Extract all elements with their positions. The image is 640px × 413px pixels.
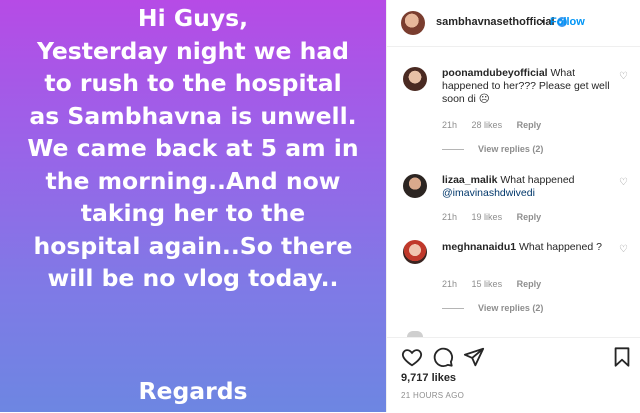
comment-age: 21h	[442, 212, 458, 222]
comment-likes-count[interactable]: 19 likes	[472, 212, 503, 222]
instagram-post-view: Hi Guys, Yesterday night we had to rush …	[0, 0, 640, 412]
author-username-text[interactable]: sambhavnasethofficial	[436, 16, 555, 28]
bookmark-icon[interactable]	[611, 346, 633, 368]
comments-list[interactable]: poonamdubeyofficial What happened to her…	[387, 47, 640, 337]
comment-meta: 21h 28 likes Reply	[442, 120, 553, 130]
share-icon[interactable]	[463, 346, 485, 368]
view-replies-label[interactable]: View replies (2)	[478, 303, 543, 313]
comment-mention-link[interactable]: @imavinashdwivedi	[442, 187, 535, 199]
comment-body: lizaa_malik What happened @imavinashdwiv…	[442, 174, 614, 200]
post-likes-count[interactable]: 9,717 likes	[401, 372, 456, 384]
commenter-avatar[interactable]	[403, 240, 427, 264]
comment-reply-button[interactable]: Reply	[517, 212, 542, 222]
comment-age: 21h	[442, 120, 458, 130]
post-header: sambhavnasethofficial ✓ • Follow	[387, 0, 640, 47]
heart-icon[interactable]	[401, 346, 423, 368]
commenter-username[interactable]: poonamdubeyofficial	[442, 67, 548, 79]
view-replies-button[interactable]: View replies (2)	[442, 303, 543, 313]
comment-reply-button[interactable]: Reply	[517, 279, 542, 289]
post-timestamp: 21 HOURS AGO	[401, 391, 465, 400]
header-separator: •	[541, 16, 545, 28]
comment-reply-button[interactable]: Reply	[517, 120, 542, 130]
comment-likes-count[interactable]: 28 likes	[472, 120, 503, 130]
commenter-username[interactable]: meghnanaidu1	[442, 241, 516, 253]
comment-like-heart-icon[interactable]: ♡	[619, 244, 628, 255]
view-replies-line	[442, 308, 464, 310]
post-image: Hi Guys, Yesterday night we had to rush …	[0, 0, 386, 412]
post-actions-bar: 9,717 likes 21 HOURS AGO	[387, 337, 640, 413]
view-replies-label[interactable]: View replies (2)	[478, 144, 543, 154]
commenter-username[interactable]: lizaa_malik	[442, 174, 497, 186]
commenter-avatar[interactable]	[403, 174, 427, 198]
comment-like-heart-icon[interactable]: ♡	[619, 177, 628, 188]
view-replies-button[interactable]: View replies (2)	[442, 144, 543, 154]
author-avatar[interactable]	[401, 11, 425, 35]
post-side-panel: sambhavnasethofficial ✓ • Follow poonamdu…	[386, 0, 640, 412]
follow-button[interactable]: Follow	[550, 16, 585, 28]
comment-like-heart-icon[interactable]: ♡	[619, 71, 628, 82]
comment-meta: 21h 15 likes Reply	[442, 279, 553, 289]
comment-body: poonamdubeyofficial What happened to her…	[442, 67, 614, 106]
comment-age: 21h	[442, 279, 458, 289]
post-message-text: Hi Guys, Yesterday night we had to rush …	[27, 4, 359, 292]
commenter-avatar[interactable]	[403, 67, 427, 91]
comment-body: meghnanaidu1 What happened ?	[442, 241, 614, 254]
view-replies-line	[442, 149, 464, 151]
comment-icon[interactable]	[432, 346, 454, 368]
author-username[interactable]: sambhavnasethofficial ✓	[436, 16, 567, 28]
comment-likes-count[interactable]: 15 likes	[472, 279, 503, 289]
comment-meta: 21h 19 likes Reply	[442, 212, 553, 222]
comment-text: What happened	[497, 174, 575, 186]
comment-text: What happened ?	[516, 241, 602, 253]
post-signoff-text: Regards	[138, 377, 248, 405]
